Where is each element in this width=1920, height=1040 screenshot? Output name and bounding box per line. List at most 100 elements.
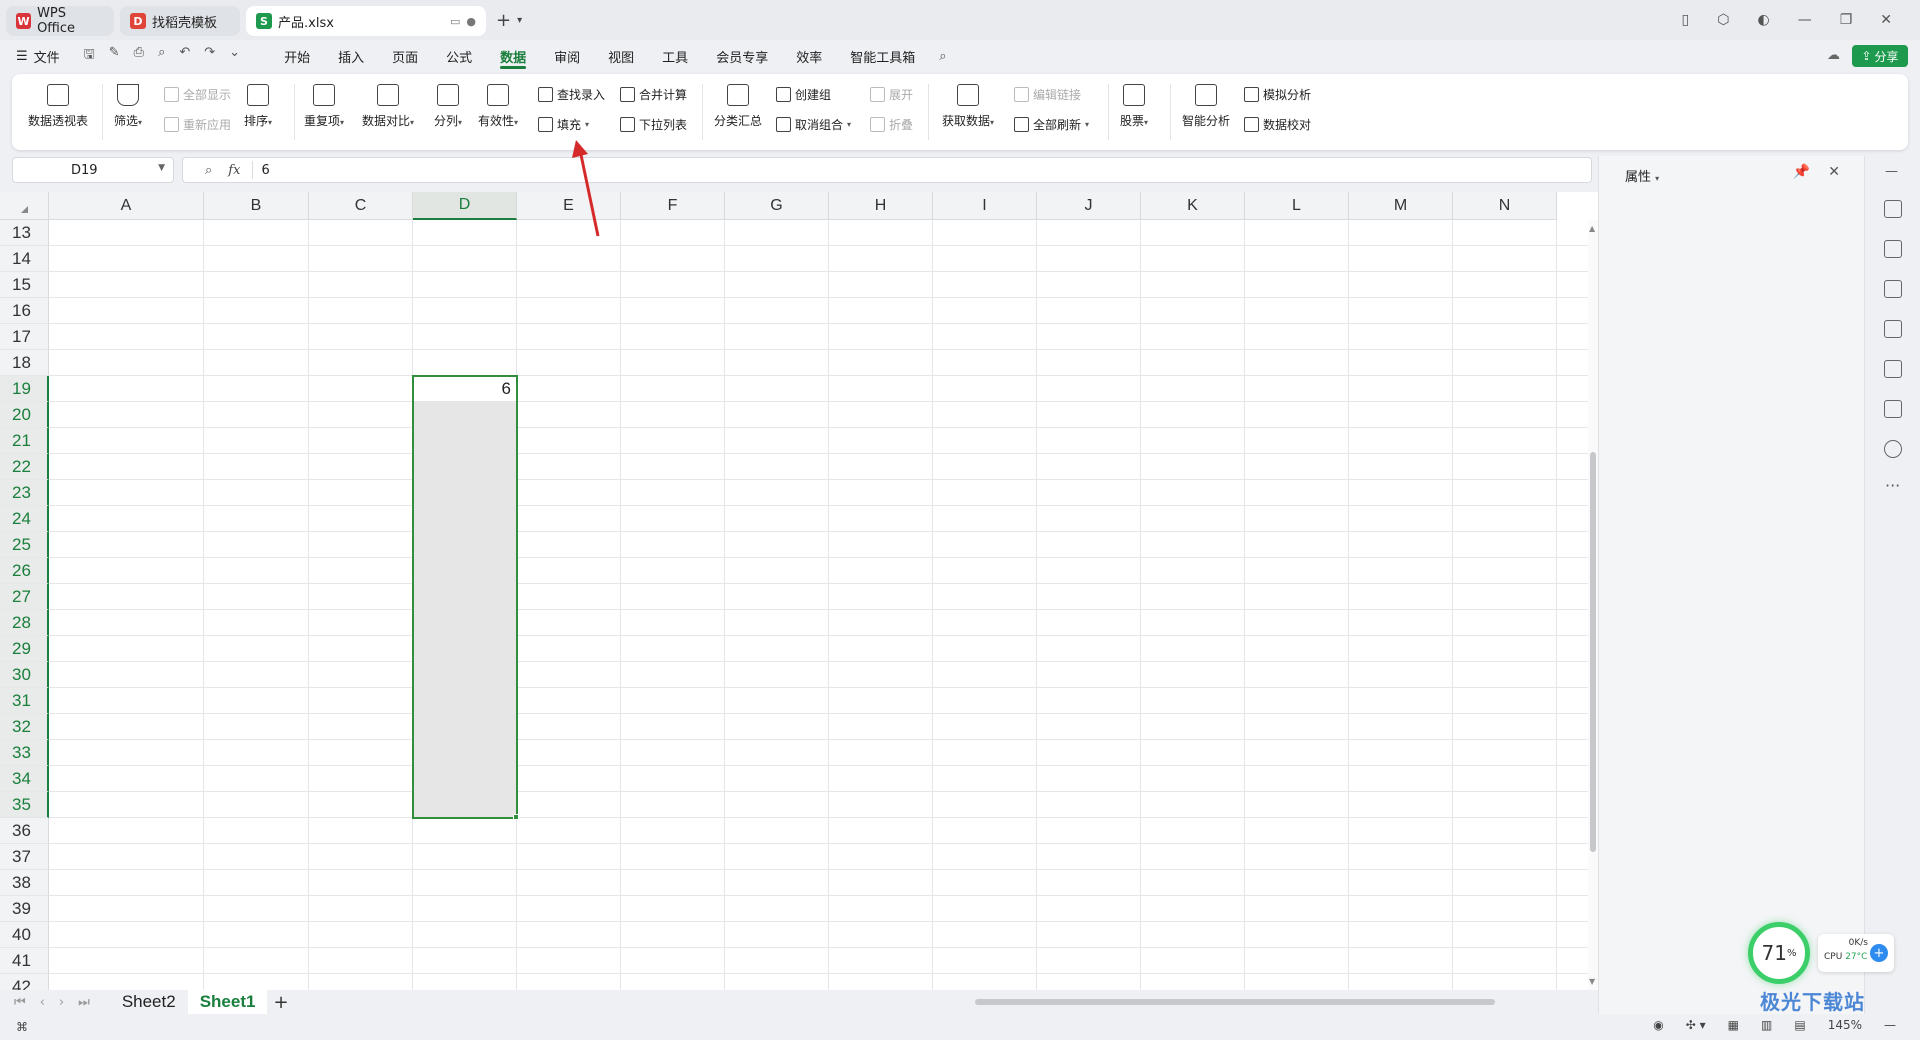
sheet-tab-sheet2[interactable]: Sheet2 <box>110 990 188 1014</box>
print-icon[interactable]: ⎙ <box>134 45 144 67</box>
monitor-icon[interactable]: ▭ <box>450 15 460 28</box>
menu-tab-10[interactable]: 智能工具箱 <box>836 40 929 72</box>
next-sheet-icon[interactable]: › <box>59 995 64 1010</box>
last-sheet-icon[interactable]: ⏭ <box>78 995 90 1010</box>
get-data-button[interactable]: 获取数据▾ <box>942 84 994 129</box>
row-header-19[interactable]: 19 <box>0 376 49 402</box>
more-options-icon[interactable]: ··· <box>1885 476 1900 495</box>
select-all-corner[interactable] <box>0 192 49 220</box>
name-box[interactable]: D19 ▼ <box>12 157 174 183</box>
column-header-g[interactable]: G <box>725 192 829 220</box>
column-header-l[interactable]: L <box>1245 192 1349 220</box>
save-icon[interactable]: 🖫 <box>84 45 95 67</box>
column-header-n[interactable]: N <box>1453 192 1557 220</box>
fx-icon[interactable]: fx <box>228 163 240 178</box>
column-header-k[interactable]: K <box>1141 192 1245 220</box>
collapse-button[interactable]: 折叠 <box>870 116 913 133</box>
row-header-25[interactable]: 25 <box>0 532 49 558</box>
menu-tab-2[interactable]: 页面 <box>378 40 432 72</box>
page-break-icon[interactable]: ▤ <box>1794 1018 1805 1032</box>
sheet-tab-sheet1[interactable]: Sheet1 <box>187 990 268 1014</box>
cell-d19[interactable]: 6 <box>413 379 511 399</box>
row-header-14[interactable]: 14 <box>0 246 49 272</box>
row-header-20[interactable]: 20 <box>0 402 49 428</box>
close-window-icon[interactable]: ✕ <box>1880 12 1892 28</box>
row-header-34[interactable]: 34 <box>0 766 49 792</box>
column-header-a[interactable]: A <box>49 192 204 220</box>
tools-icon[interactable] <box>1884 360 1902 378</box>
row-header-16[interactable]: 16 <box>0 298 49 324</box>
tab-list-dropdown-icon[interactable]: ▾ <box>517 15 522 26</box>
data-compare-button[interactable]: 数据对比▾ <box>362 84 414 129</box>
fill-handle[interactable] <box>513 814 519 820</box>
scroll-down-icon[interactable]: ▼ <box>1589 977 1595 986</box>
stocks-button[interactable]: 股票▾ <box>1120 84 1148 129</box>
image-edit-icon[interactable] <box>1884 320 1902 338</box>
close-pane-icon[interactable]: ✕ <box>1828 164 1840 180</box>
ungroup-button[interactable]: 取消组合 ▾ <box>776 116 851 133</box>
pin-icon[interactable]: 📌 <box>1793 164 1810 180</box>
layout-icon[interactable]: ▯ <box>1682 12 1690 28</box>
avatar-icon[interactable]: ◐ <box>1757 12 1769 28</box>
plus-icon[interactable]: + <box>1870 944 1888 962</box>
print-preview-icon[interactable]: ⌕ <box>158 45 165 67</box>
refresh-all-button[interactable]: 全部刷新 ▾ <box>1014 116 1089 133</box>
row-header-23[interactable]: 23 <box>0 480 49 506</box>
first-sheet-icon[interactable]: ⏮ <box>14 995 26 1010</box>
zoom-level[interactable]: 145% <box>1828 1018 1862 1032</box>
column-header-b[interactable]: B <box>204 192 309 220</box>
menu-tab-6[interactable]: 视图 <box>594 40 648 72</box>
row-header-24[interactable]: 24 <box>0 506 49 532</box>
row-header-36[interactable]: 36 <box>0 818 49 844</box>
menu-tab-3[interactable]: 公式 <box>432 40 486 72</box>
pen-icon[interactable]: ✎ <box>109 45 120 67</box>
properties-title[interactable]: 属性 ▾ <box>1625 166 1659 185</box>
column-header-c[interactable]: C <box>309 192 413 220</box>
column-header-d[interactable]: D <box>413 192 517 220</box>
tab-document[interactable]: S 产品.xlsx ▭ ● <box>246 6 486 36</box>
unsaved-dot-icon[interactable]: ● <box>466 15 476 28</box>
scroll-thumb[interactable] <box>1590 452 1596 852</box>
redo-icon[interactable]: ↷ <box>204 45 215 67</box>
edit-links-button[interactable]: 编辑链接 <box>1014 86 1081 103</box>
filter-button[interactable]: 筛选▾ <box>114 84 142 129</box>
undo-icon[interactable]: ↶ <box>179 45 190 67</box>
row-header-33[interactable]: 33 <box>0 740 49 766</box>
prev-sheet-icon[interactable]: ‹ <box>40 995 45 1010</box>
spreadsheet-grid[interactable]: A B C D E F G H I J K L M N 13 14 15 16 17 18 19 20 21 22 23 24 25… <box>0 192 1598 990</box>
formula-bar[interactable]: ⌕ fx 6 <box>182 157 1592 183</box>
simulation-button[interactable]: 模拟分析 <box>1244 86 1311 103</box>
lookup-entry-button[interactable]: 查找录入 <box>538 86 605 103</box>
expand-button[interactable]: 展开 <box>870 86 913 103</box>
box-icon[interactable]: ⬡ <box>1717 12 1729 28</box>
chevron-down-icon[interactable]: ▼ <box>158 163 165 173</box>
collapse-pane-icon[interactable]: — <box>1885 164 1898 179</box>
row-header-30[interactable]: 30 <box>0 662 49 688</box>
show-all-button[interactable]: 全部显示 <box>164 86 231 103</box>
more-icon[interactable]: ⌄ <box>229 45 240 67</box>
row-header-39[interactable]: 39 <box>0 896 49 922</box>
row-header-17[interactable]: 17 <box>0 324 49 350</box>
row-header-38[interactable]: 38 <box>0 870 49 896</box>
fill-button[interactable]: 填充 ▾ <box>538 116 589 133</box>
row-header-26[interactable]: 26 <box>0 558 49 584</box>
column-header-f[interactable]: F <box>621 192 725 220</box>
row-header-18[interactable]: 18 <box>0 350 49 376</box>
split-column-button[interactable]: 分列▾ <box>434 84 462 129</box>
consolidate-button[interactable]: 合并计算 <box>620 86 687 103</box>
row-header-22[interactable]: 22 <box>0 454 49 480</box>
zoom-icon[interactable]: ⌕ <box>205 163 212 178</box>
row-header-28[interactable]: 28 <box>0 610 49 636</box>
row-header-35[interactable]: 35 <box>0 792 49 818</box>
column-header-i[interactable]: I <box>933 192 1037 220</box>
row-header-40[interactable]: 40 <box>0 922 49 948</box>
column-header-h[interactable]: H <box>829 192 933 220</box>
row-header-13[interactable]: 13 <box>0 220 49 246</box>
book-icon[interactable] <box>1884 400 1902 418</box>
row-header-27[interactable]: 27 <box>0 584 49 610</box>
row-header-32[interactable]: 32 <box>0 714 49 740</box>
row-header-41[interactable]: 41 <box>0 948 49 974</box>
macro-icon[interactable]: ⌘ <box>16 1020 28 1034</box>
pivot-table-button[interactable]: 数据透视表 <box>28 84 88 129</box>
column-header-m[interactable]: M <box>1349 192 1453 220</box>
